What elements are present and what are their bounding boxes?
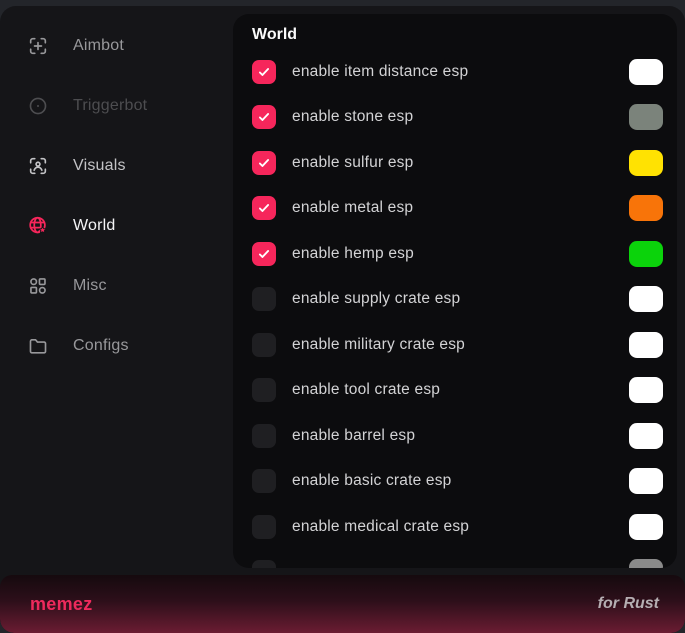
setting-label: enable sulfur esp bbox=[292, 154, 629, 172]
color-swatch[interactable] bbox=[629, 195, 663, 221]
sidebar-item-label: Triggerbot bbox=[73, 97, 147, 115]
misc-grid-icon bbox=[27, 275, 49, 297]
checkbox[interactable] bbox=[252, 242, 276, 266]
checkmark-icon bbox=[257, 65, 271, 79]
setting-row: enable sulfur esp bbox=[252, 140, 663, 186]
setting-row: enable supply crate esp bbox=[252, 277, 663, 323]
setting-row: enable hemp esp bbox=[252, 231, 663, 277]
sidebar-item-visuals[interactable]: Visuals bbox=[0, 136, 233, 196]
sidebar-item-aimbot[interactable]: Aimbot bbox=[0, 16, 233, 76]
checkmark-icon bbox=[257, 247, 271, 261]
checkbox[interactable] bbox=[252, 105, 276, 129]
setting-row: enable basic crate esp bbox=[252, 459, 663, 505]
color-swatch[interactable] bbox=[629, 150, 663, 176]
color-swatch[interactable] bbox=[629, 423, 663, 449]
sidebar: Aimbot Triggerbot Visuals bbox=[0, 16, 233, 376]
cheat-menu-window: Aimbot Triggerbot Visuals bbox=[0, 6, 685, 633]
brand-name: memez bbox=[30, 594, 93, 615]
setting-row: enable tool crate esp bbox=[252, 368, 663, 414]
setting-label: enable supply crate esp bbox=[292, 290, 629, 308]
world-settings-panel: World enable item distance esp enable st… bbox=[233, 14, 677, 568]
visuals-person-scan-icon bbox=[27, 155, 49, 177]
sidebar-item-configs[interactable]: Configs bbox=[0, 316, 233, 376]
aimbot-crosshair-icon bbox=[27, 35, 49, 57]
triggerbot-circle-dot-icon bbox=[27, 95, 49, 117]
setting-label: enable item distance esp bbox=[292, 63, 629, 81]
setting-row: enable medical crate esp bbox=[252, 504, 663, 550]
color-swatch[interactable] bbox=[629, 559, 663, 568]
setting-row: enable item distance esp bbox=[252, 49, 663, 95]
setting-row bbox=[252, 550, 663, 569]
checkbox[interactable] bbox=[252, 515, 276, 539]
settings-list: enable item distance esp enable stone es… bbox=[252, 49, 663, 568]
setting-label: enable basic crate esp bbox=[292, 472, 629, 490]
setting-row: enable barrel esp bbox=[252, 413, 663, 459]
world-globe-icon bbox=[27, 215, 49, 237]
checkbox[interactable] bbox=[252, 560, 276, 568]
setting-label: enable metal esp bbox=[292, 199, 629, 217]
sidebar-item-world[interactable]: World bbox=[0, 196, 233, 256]
checkbox[interactable] bbox=[252, 196, 276, 220]
checkmark-icon bbox=[257, 110, 271, 124]
footer-bar: memez for Rust bbox=[0, 575, 685, 633]
setting-label: enable medical crate esp bbox=[292, 518, 629, 536]
product-tagline: for Rust bbox=[598, 595, 659, 613]
color-swatch[interactable] bbox=[629, 104, 663, 130]
setting-row: enable stone esp bbox=[252, 95, 663, 141]
sidebar-item-triggerbot[interactable]: Triggerbot bbox=[0, 76, 233, 136]
color-swatch[interactable] bbox=[629, 241, 663, 267]
sidebar-item-label: Misc bbox=[73, 277, 107, 295]
checkbox[interactable] bbox=[252, 151, 276, 175]
configs-folder-icon bbox=[27, 335, 49, 357]
checkbox[interactable] bbox=[252, 378, 276, 402]
color-swatch[interactable] bbox=[629, 59, 663, 85]
setting-label: enable tool crate esp bbox=[292, 381, 629, 399]
sidebar-item-label: World bbox=[73, 217, 116, 235]
checkbox[interactable] bbox=[252, 333, 276, 357]
color-swatch[interactable] bbox=[629, 332, 663, 358]
checkbox[interactable] bbox=[252, 287, 276, 311]
setting-row: enable metal esp bbox=[252, 186, 663, 232]
setting-label: enable stone esp bbox=[292, 108, 629, 126]
sidebar-item-misc[interactable]: Misc bbox=[0, 256, 233, 316]
setting-label: enable barrel esp bbox=[292, 427, 629, 445]
sidebar-item-label: Visuals bbox=[73, 157, 126, 175]
checkbox[interactable] bbox=[252, 60, 276, 84]
checkmark-icon bbox=[257, 156, 271, 170]
color-swatch[interactable] bbox=[629, 286, 663, 312]
sidebar-item-label: Aimbot bbox=[73, 37, 124, 55]
panel-title: World bbox=[252, 24, 663, 49]
color-swatch[interactable] bbox=[629, 377, 663, 403]
checkmark-icon bbox=[257, 201, 271, 215]
setting-label: enable military crate esp bbox=[292, 336, 629, 354]
setting-row: enable military crate esp bbox=[252, 322, 663, 368]
sidebar-item-label: Configs bbox=[73, 337, 129, 355]
checkbox[interactable] bbox=[252, 424, 276, 448]
checkbox[interactable] bbox=[252, 469, 276, 493]
color-swatch[interactable] bbox=[629, 468, 663, 494]
setting-label: enable hemp esp bbox=[292, 245, 629, 263]
color-swatch[interactable] bbox=[629, 514, 663, 540]
